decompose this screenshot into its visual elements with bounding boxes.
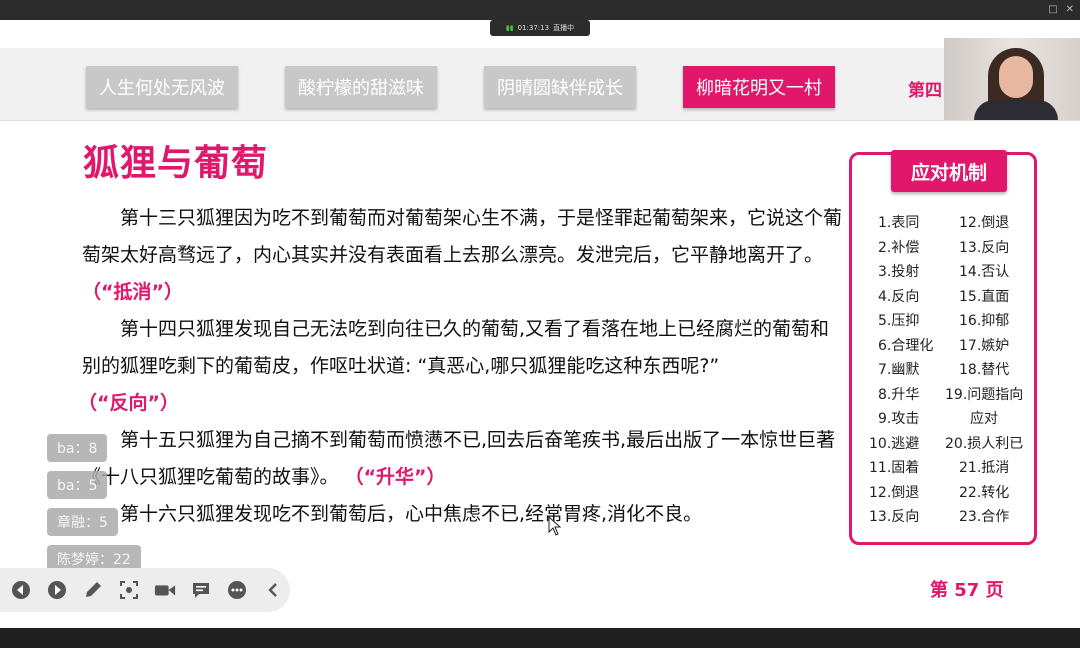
collapse-icon[interactable] bbox=[262, 579, 284, 601]
live-label: 直播中 bbox=[553, 24, 575, 32]
tab-4-active[interactable]: 柳暗花明又一村 bbox=[683, 66, 835, 108]
paragraph-4: 第十六只狐狸发现吃不到葡萄后，心中焦虑不已,经常胃疼,消化不良。 bbox=[82, 496, 842, 533]
chat-message: ba：8 bbox=[47, 434, 108, 462]
top-window-bar: □ ✕ bbox=[0, 0, 1080, 20]
mechanism-item-right: 17.嫉妒 bbox=[959, 337, 1010, 354]
paragraph-2: 第十四只狐狸发现自己无法吃到向往已久的葡萄,又看了看落在地上已经腐烂的葡萄和别的… bbox=[78, 311, 842, 422]
comment-icon[interactable] bbox=[190, 579, 212, 601]
tab-2[interactable]: 酸柠檬的甜滋味 bbox=[285, 66, 437, 108]
mechanism-item-right: 12.倒退 bbox=[959, 215, 1010, 231]
mechanism-item-right: 14.否认 bbox=[959, 264, 1010, 280]
presenter-body bbox=[974, 100, 1058, 120]
paragraph-2-text: 第十四只狐狸发现自己无法吃到向往已久的葡萄,又看了看落在地上已经腐烂的葡萄和别的… bbox=[82, 318, 830, 377]
mechanism-item-left: 11.固着 bbox=[869, 460, 920, 476]
mouse-cursor-icon bbox=[548, 516, 562, 536]
live-time: 01:37:13 bbox=[517, 24, 550, 32]
presenter-webcam bbox=[944, 38, 1080, 120]
mechanism-item-right: 20.损人利已 bbox=[945, 435, 1024, 452]
paragraph-2-tag: （“反向”） bbox=[78, 392, 179, 414]
mechanism-item-right: 应对 bbox=[970, 411, 998, 427]
mechanism-item-right: 21.抵消 bbox=[959, 460, 1010, 476]
prev-icon[interactable] bbox=[10, 579, 32, 601]
paragraph-3-text: 第十五只狐狸为自己摘不到葡萄而愤懑不已,回去后奋笔疾书,最后出版了一本惊世巨著《… bbox=[82, 429, 836, 488]
mechanism-item-left: 4.反向 bbox=[878, 288, 920, 305]
paragraph-1: 第十三只狐狸因为吃不到葡萄而对葡萄架心生不满，于是怪罪起葡萄架来，它说这个葡萄架… bbox=[82, 200, 842, 311]
section-label-partial: 第四 bbox=[908, 81, 942, 101]
more-icon[interactable] bbox=[226, 579, 248, 601]
paragraph-3-tag: （“升华”） bbox=[344, 466, 446, 488]
mechanism-item-left: 10.逃避 bbox=[869, 435, 920, 452]
next-icon[interactable] bbox=[46, 579, 68, 601]
mechanism-item-right: 13.反向 bbox=[959, 239, 1010, 256]
screenshot-icon[interactable] bbox=[118, 579, 140, 601]
signal-icon: ▮▮ bbox=[505, 24, 514, 32]
mechanism-title: 应对机制 bbox=[891, 150, 1007, 192]
camera-icon[interactable] bbox=[154, 579, 176, 601]
close-icon[interactable]: ✕ bbox=[1066, 4, 1074, 15]
window-controls: □ ✕ bbox=[1048, 4, 1074, 15]
pen-icon[interactable] bbox=[82, 579, 104, 601]
tab-1[interactable]: 人生何处无风波 bbox=[86, 66, 238, 108]
slide-body: 第十三只狐狸因为吃不到葡萄而对葡萄架心生不满，于是怪罪起葡萄架来，它说这个葡萄架… bbox=[78, 200, 842, 533]
page-number: 第 57 页 bbox=[930, 580, 1004, 601]
mechanism-item-right: 23.合作 bbox=[959, 509, 1010, 525]
mechanism-item-left: 1.表同 bbox=[878, 215, 920, 231]
mechanism-item-right: 19.问题指向 bbox=[945, 386, 1024, 403]
presenter-face bbox=[999, 56, 1033, 98]
live-status-pill: ▮▮ 01:37:13 直播中 bbox=[490, 20, 590, 36]
mechanism-item-right: 15.直面 bbox=[959, 288, 1010, 305]
bottom-bar bbox=[0, 628, 1080, 648]
restore-icon[interactable]: □ bbox=[1048, 4, 1057, 15]
mechanism-item-left: 12.倒退 bbox=[869, 484, 920, 501]
paragraph-4-text: 第十六只狐狸发现吃不到葡萄后，心中焦虑不已,经常胃疼,消化不良。 bbox=[120, 503, 703, 525]
paragraph-1-tag: （“抵消”） bbox=[82, 281, 183, 303]
slide-title: 狐狸与葡萄 bbox=[83, 143, 269, 184]
mechanism-item-left: 3.投射 bbox=[878, 264, 920, 280]
mechanism-item-left: 7.幽默 bbox=[878, 362, 920, 378]
mechanism-item-right: 22.转化 bbox=[959, 484, 1010, 501]
tab-3[interactable]: 阴晴圆缺伴成长 bbox=[484, 66, 636, 108]
paragraph-3: 第十五只狐狸为自己摘不到葡萄而愤懑不已,回去后奋笔疾书,最后出版了一本惊世巨著《… bbox=[82, 422, 842, 496]
mechanism-item-left: 8.升华 bbox=[878, 386, 920, 403]
presentation-toolbar bbox=[0, 568, 290, 612]
mechanism-item-left: 2.补偿 bbox=[878, 239, 920, 256]
mechanism-item-right: 18.替代 bbox=[959, 362, 1010, 378]
mechanism-item-left: 5.压抑 bbox=[878, 313, 920, 329]
mechanism-item-left: 9.攻击 bbox=[878, 411, 920, 427]
mechanism-item-right: 16.抑郁 bbox=[959, 313, 1010, 329]
mechanism-item-left: 13.反向 bbox=[869, 509, 920, 525]
chat-message: ba：5 bbox=[47, 471, 108, 499]
mechanism-item-left: 6.合理化 bbox=[878, 337, 934, 354]
paragraph-1-text: 第十三只狐狸因为吃不到葡萄而对葡萄架心生不满，于是怪罪起葡萄架来，它说这个葡萄架… bbox=[82, 207, 843, 266]
chat-message: 章融：5 bbox=[47, 508, 118, 536]
